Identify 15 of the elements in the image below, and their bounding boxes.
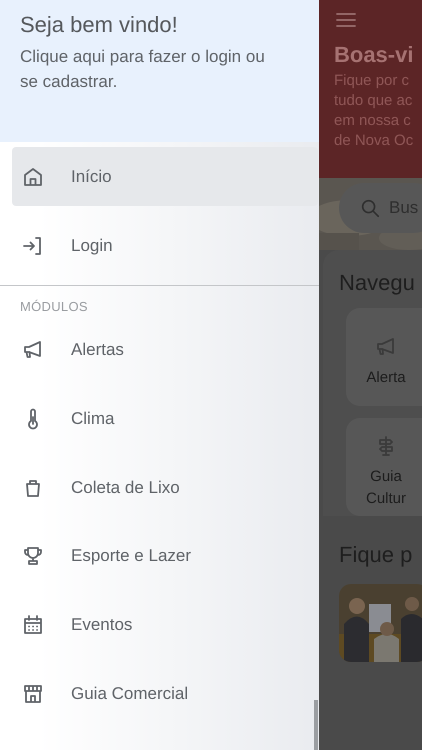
search-icon	[359, 197, 381, 219]
welcome-title: Seja bem vindo!	[20, 12, 179, 38]
banner-title: Boas-vi	[334, 42, 414, 68]
menu-item[interactable]: Coleta de Lixo	[12, 458, 318, 518]
menu-item[interactable]: Eventos	[12, 596, 318, 654]
menu-item[interactable]: Início	[12, 147, 318, 206]
section-label: MÓDULOS	[19, 298, 89, 316]
scrollbar-thumb[interactable]	[314, 700, 318, 750]
welcome-header[interactable]: Seja bem vindo! Clique aqui para fazer o login ou se cadastrar.	[0, 0, 319, 142]
login-prompt[interactable]: Clique aqui para fazer o login ou se cadastrar.	[20, 44, 275, 94]
menu-item[interactable]: Guia Comercial	[12, 664, 318, 724]
menu-item[interactable]: Esporte e Lazer	[12, 527, 318, 586]
menu-item[interactable]: Login	[12, 216, 318, 275]
menu-item[interactable]: Clima	[12, 390, 318, 448]
menu-item[interactable]: Alertas	[12, 321, 318, 380]
